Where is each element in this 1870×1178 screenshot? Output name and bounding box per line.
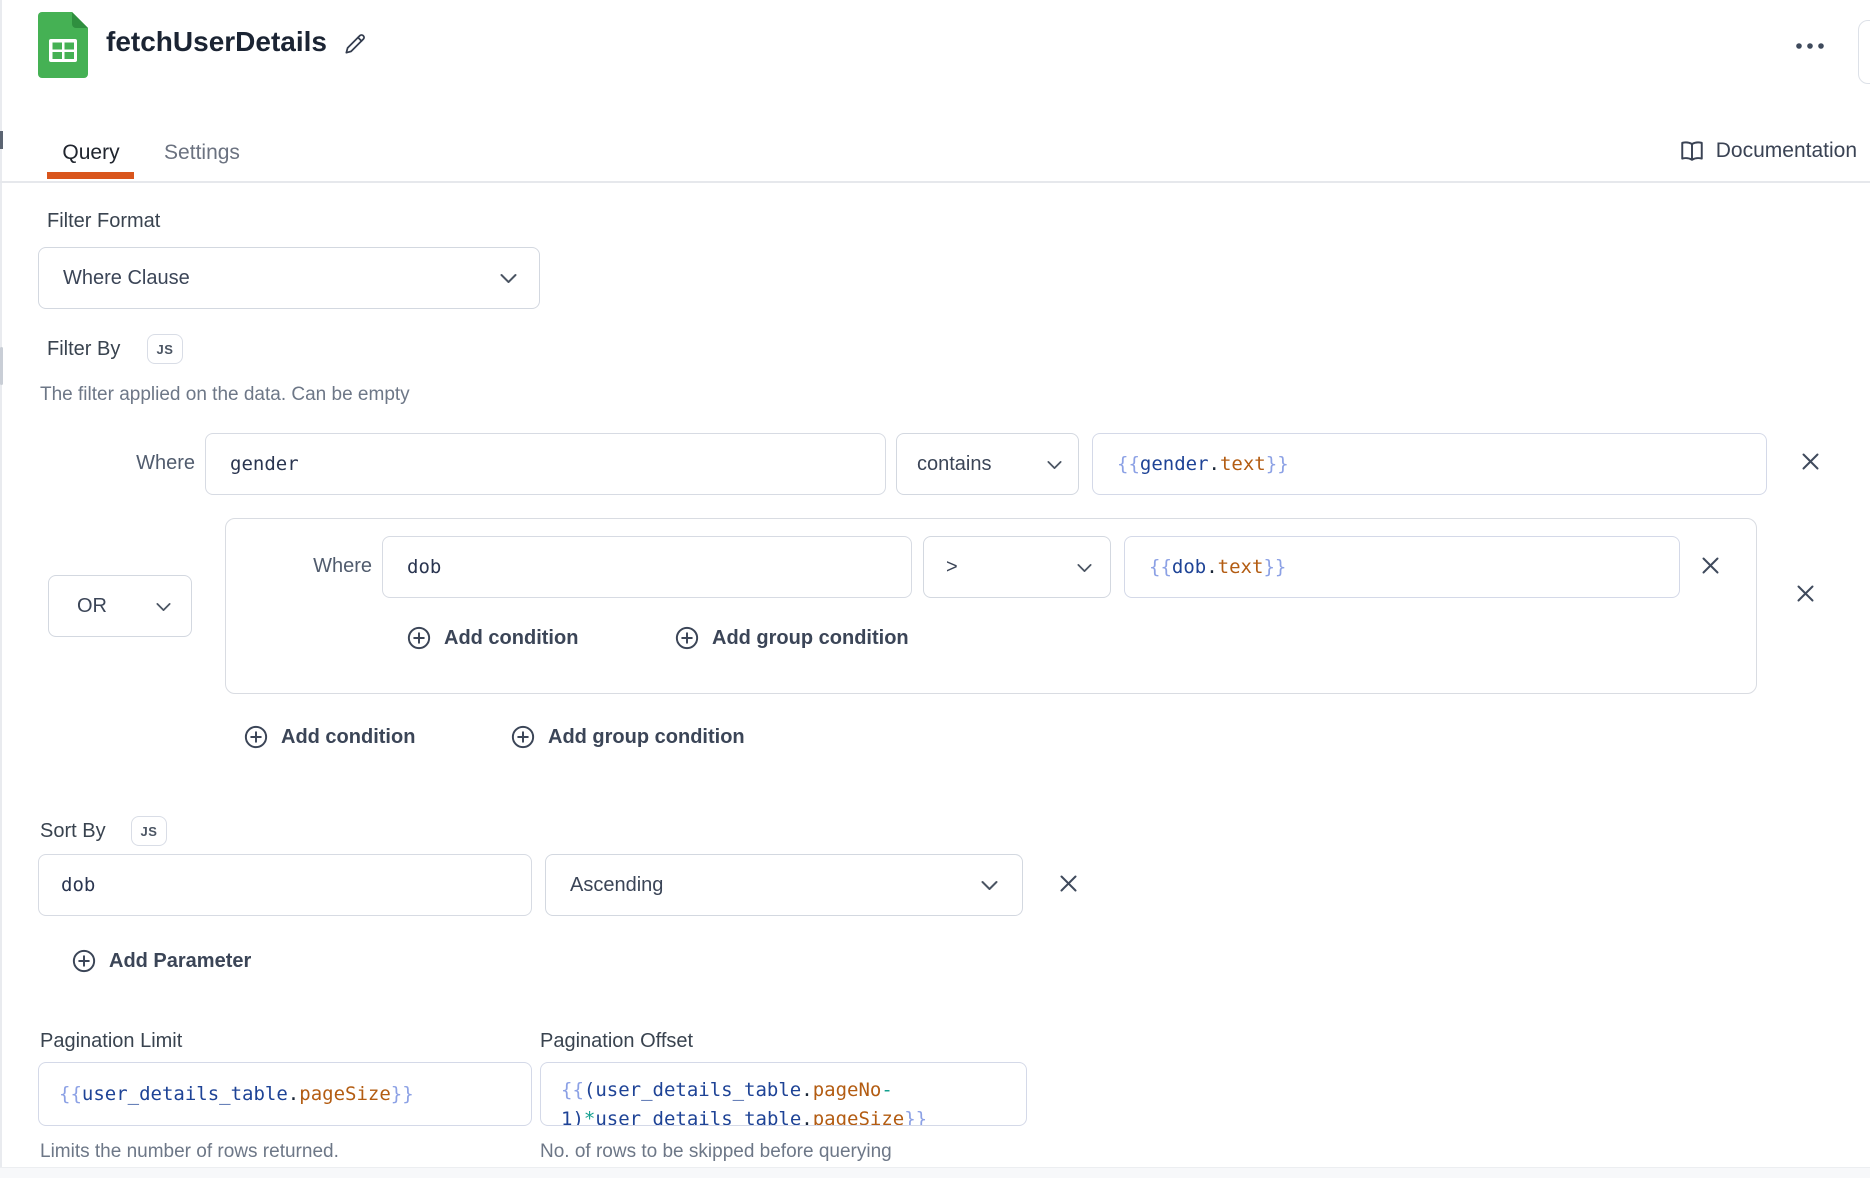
- group-add-group-condition-button[interactable]: Add group condition: [675, 626, 909, 650]
- pencil-icon: [342, 45, 368, 60]
- condition-value-input[interactable]: {{gender.text}}: [1092, 433, 1767, 495]
- sort-by-js-toggle[interactable]: JS: [131, 816, 167, 846]
- add-group-condition-button[interactable]: Add group condition: [511, 725, 745, 749]
- sort-order-value: Ascending: [570, 874, 663, 897]
- circle-plus-icon: [511, 725, 535, 749]
- circle-plus-icon: [407, 626, 431, 650]
- tabbar-divider: [0, 181, 1870, 183]
- add-group-condition-label: Add group condition: [548, 726, 745, 749]
- filter-by-helper: The filter applied on the data. Can be e…: [40, 384, 410, 406]
- tab-query[interactable]: Query: [48, 141, 134, 165]
- condition-key-input[interactable]: gender: [205, 433, 886, 495]
- documentation-link[interactable]: Documentation: [1679, 138, 1857, 164]
- circle-plus-icon: [675, 626, 699, 650]
- documentation-label: Documentation: [1716, 139, 1857, 163]
- more-menu-button[interactable]: [1792, 36, 1830, 54]
- circle-plus-icon: [244, 725, 268, 749]
- add-condition-button[interactable]: Add condition: [244, 725, 415, 749]
- page-title: fetchUserDetails: [106, 26, 327, 58]
- close-icon: [1801, 452, 1820, 474]
- group-condition-key-input[interactable]: dob: [382, 536, 912, 598]
- sort-column-input[interactable]: dob: [38, 854, 532, 916]
- filter-by-label: Filter By: [47, 338, 120, 361]
- panel-left-tick: [0, 131, 3, 149]
- filter-format-label: Filter Format: [47, 210, 160, 233]
- group-add-group-condition-label: Add group condition: [712, 627, 909, 650]
- book-icon: [1679, 138, 1705, 164]
- close-icon: [1796, 584, 1815, 606]
- filter-by-js-toggle[interactable]: JS: [147, 334, 183, 364]
- group-logic-select[interactable]: OR: [48, 575, 192, 637]
- pagination-offset-line1: {{(user_details_table.pageNo-: [561, 1076, 1006, 1105]
- condition-operator-select[interactable]: contains: [896, 433, 1079, 495]
- group-logic-value: OR: [77, 595, 107, 618]
- sort-by-label: Sort By: [40, 820, 106, 843]
- active-tab-underline: [47, 172, 134, 179]
- remove-sort-button[interactable]: [1054, 871, 1082, 899]
- pagination-offset-helper: No. of rows to be skipped before queryin…: [540, 1141, 892, 1163]
- group-condition-value-input[interactable]: {{dob.text}}: [1124, 536, 1680, 598]
- chevron-down-icon: [1047, 453, 1062, 476]
- pagination-limit-helper: Limits the number of rows returned.: [40, 1141, 339, 1163]
- remove-group-button[interactable]: [1791, 581, 1819, 609]
- close-icon: [1701, 556, 1720, 578]
- circle-plus-icon: [72, 949, 96, 973]
- chevron-down-icon: [500, 267, 517, 290]
- panel-left-divider: [0, 0, 2, 1178]
- chevron-down-icon: [1077, 556, 1092, 579]
- filter-format-value: Where Clause: [63, 267, 190, 290]
- partial-edge-button[interactable]: [1858, 20, 1870, 84]
- pagination-limit-label: Pagination Limit: [40, 1030, 182, 1053]
- scrollbar-thumb[interactable]: [0, 347, 3, 385]
- pagination-limit-input[interactable]: {{user_details_table.pageSize}}: [38, 1062, 532, 1126]
- add-parameter-button[interactable]: Add Parameter: [72, 949, 251, 973]
- close-icon: [1059, 874, 1078, 896]
- group-add-condition-label: Add condition: [444, 627, 578, 650]
- remove-group-condition-button[interactable]: [1696, 553, 1724, 581]
- edit-title-button[interactable]: [340, 30, 370, 60]
- filter-format-select[interactable]: Where Clause: [38, 247, 540, 309]
- tab-settings[interactable]: Settings: [152, 141, 252, 165]
- ellipsis-icon: [1794, 38, 1828, 53]
- group-condition-operator-select[interactable]: >: [923, 536, 1111, 598]
- pagination-offset-line2: 1)*user_details_table.pageSize}}: [561, 1105, 1006, 1126]
- where-label: Where: [100, 452, 195, 475]
- condition-operator-value: contains: [917, 453, 992, 476]
- sort-order-select[interactable]: Ascending: [545, 854, 1023, 916]
- remove-condition-button[interactable]: [1796, 449, 1824, 477]
- bottom-pane-edge: [0, 1167, 1870, 1178]
- where-label: Where: [280, 555, 372, 578]
- query-editor-panel: fetchUserDetails Query Settings: [0, 0, 1870, 1178]
- chevron-down-icon: [156, 595, 171, 618]
- add-condition-label: Add condition: [281, 726, 415, 749]
- chevron-down-icon: [981, 874, 998, 897]
- pagination-offset-input[interactable]: {{(user_details_table.pageNo- 1)*user_de…: [540, 1062, 1027, 1126]
- add-parameter-label: Add Parameter: [109, 950, 251, 973]
- group-condition-operator-value: >: [946, 556, 958, 579]
- group-add-condition-button[interactable]: Add condition: [407, 626, 578, 650]
- google-sheets-icon: [38, 12, 88, 83]
- pagination-offset-label: Pagination Offset: [540, 1030, 693, 1053]
